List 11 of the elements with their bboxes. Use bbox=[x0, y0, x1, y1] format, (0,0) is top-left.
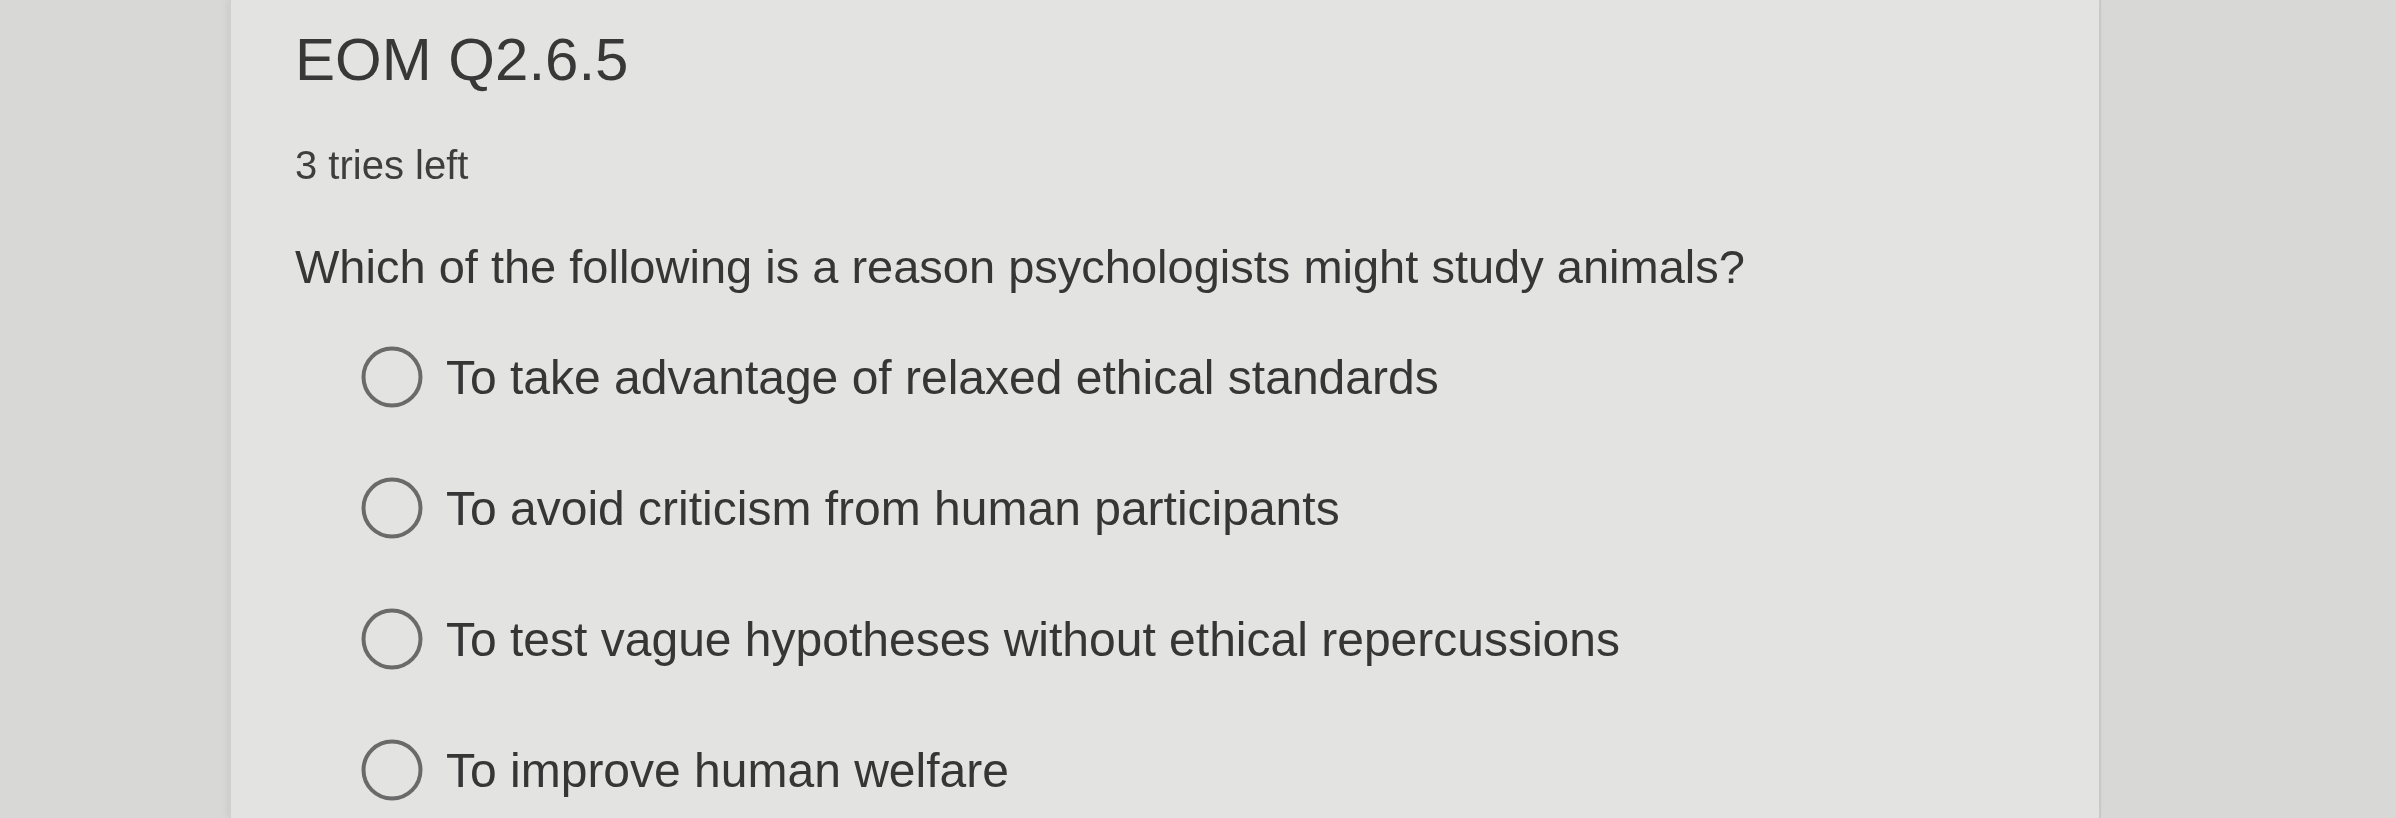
radio-button[interactable] bbox=[361, 477, 423, 540]
answer-option-label[interactable]: To take advantage of relaxed ethical standards bbox=[446, 348, 1439, 407]
radio-button[interactable] bbox=[361, 608, 423, 671]
question-text: Which of the following is a reason psychologists might study animals? bbox=[295, 239, 1746, 295]
tries-left-text: 3 tries left bbox=[295, 142, 470, 189]
answer-option-label[interactable]: To avoid criticism from human participants bbox=[446, 479, 1340, 538]
radio-button[interactable] bbox=[361, 739, 423, 802]
question-title: EOM Q2.6.5 bbox=[295, 25, 630, 95]
answer-option-label[interactable]: To improve human welfare bbox=[446, 741, 1009, 800]
answer-option-label[interactable]: To test vague hypotheses without ethical repercussions bbox=[446, 610, 1620, 669]
radio-button[interactable] bbox=[361, 346, 423, 409]
